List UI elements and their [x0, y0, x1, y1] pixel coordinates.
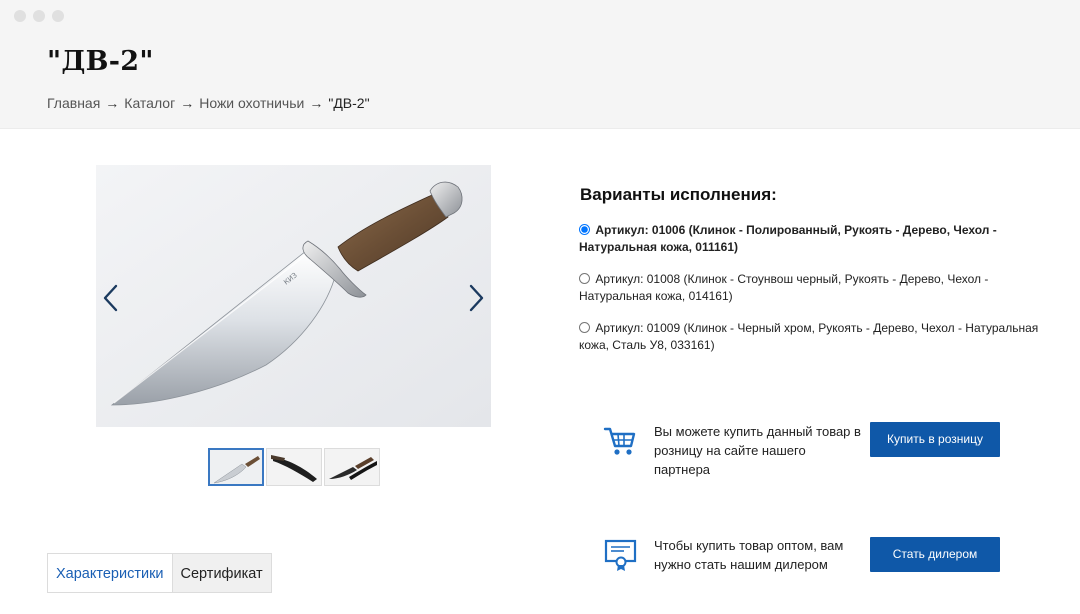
- buy-retail-button[interactable]: Купить в розницу: [870, 422, 1000, 457]
- variant-radio-01008[interactable]: [579, 273, 590, 284]
- variant-label: Артикул: 01008 (Клинок - Стоунвош черный…: [579, 272, 989, 303]
- breadcrumb-catalog[interactable]: Каталог: [124, 95, 175, 111]
- shopping-cart-icon: [603, 424, 637, 458]
- variants-title: Варианты исполнения:: [580, 185, 777, 204]
- thumbnail-2[interactable]: [266, 448, 322, 486]
- breadcrumb-hunting-knives[interactable]: Ножи охотничьи: [199, 95, 304, 111]
- thumbnail-3[interactable]: [324, 448, 380, 486]
- tab-characteristics[interactable]: Характеристики: [47, 553, 173, 593]
- window-dot-maximize[interactable]: [52, 10, 64, 22]
- breadcrumb-separator: →: [180, 95, 195, 111]
- window-dot-minimize[interactable]: [33, 10, 45, 22]
- window-dot-close[interactable]: [14, 10, 26, 22]
- product-main-image[interactable]: КИЗ: [96, 165, 491, 427]
- become-dealer-button[interactable]: Стать дилером: [870, 537, 1000, 572]
- page-header: "ДВ-2" Главная → Каталог → Ножи охотничь…: [0, 0, 1080, 129]
- breadcrumb-separator: →: [309, 95, 324, 111]
- variant-label: Артикул: 01006 (Клинок - Полированный, Р…: [579, 223, 997, 254]
- chevron-right-icon: [469, 284, 484, 312]
- knife-black-thumbnail: [325, 449, 379, 485]
- gallery-prev-button[interactable]: [100, 283, 124, 313]
- variant-radio-01009[interactable]: [579, 322, 590, 333]
- breadcrumb: Главная → Каталог → Ножи охотничьи → "ДВ…: [47, 95, 370, 111]
- page-title: "ДВ-2": [47, 46, 154, 77]
- variant-radio-01006[interactable]: [579, 224, 590, 235]
- dealer-info-text: Чтобы купить товар оптом, вам нужно стат…: [654, 538, 844, 572]
- retail-info-text: Вы можете купить данный товар в розницу …: [654, 424, 861, 477]
- variant-option-01006[interactable]: Артикул: 01006 (Клинок - Полированный, Р…: [579, 222, 1049, 256]
- product-tabs: Характеристики Сертификат: [47, 553, 272, 593]
- thumbnail-1[interactable]: [208, 448, 264, 486]
- knife-sheath-thumbnail: [267, 449, 321, 485]
- gallery-next-button[interactable]: [463, 283, 487, 313]
- certificate-icon: [604, 538, 638, 572]
- variant-option-01008[interactable]: Артикул: 01008 (Клинок - Стоунвош черный…: [579, 271, 1049, 305]
- variant-option-01009[interactable]: Артикул: 01009 (Клинок - Черный хром, Ру…: [579, 320, 1049, 354]
- breadcrumb-home[interactable]: Главная: [47, 95, 100, 111]
- breadcrumb-current: "ДВ-2": [328, 95, 370, 111]
- chevron-left-icon: [103, 284, 118, 312]
- tab-certificate[interactable]: Сертификат: [172, 553, 272, 593]
- knife-thumbnail: [210, 450, 262, 484]
- gallery-thumbnails: [208, 448, 380, 486]
- knife-image: КИЗ: [96, 165, 491, 427]
- window-controls: [14, 10, 64, 22]
- breadcrumb-separator: →: [105, 95, 120, 111]
- browser-window: "ДВ-2" Главная → Каталог → Ножи охотничь…: [0, 0, 1080, 614]
- variant-label: Артикул: 01009 (Клинок - Черный хром, Ру…: [579, 321, 1039, 352]
